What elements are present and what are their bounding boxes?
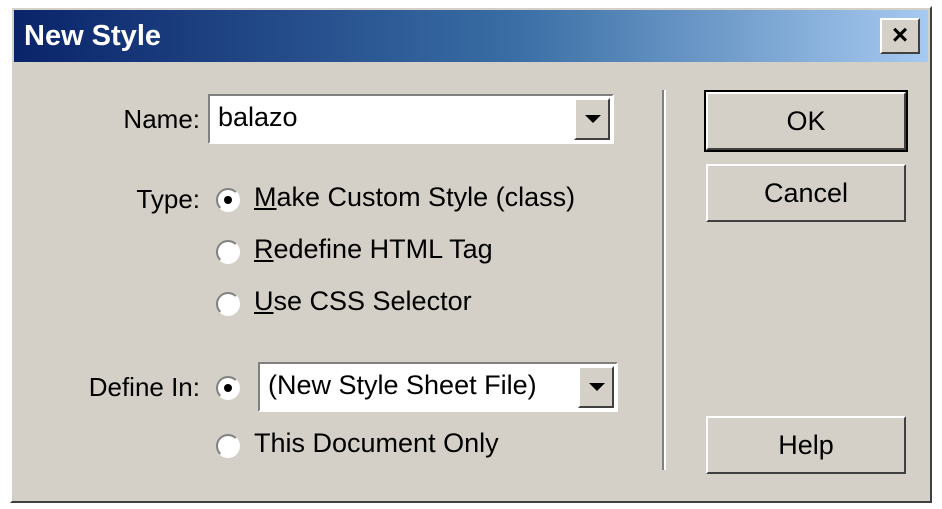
name-value[interactable]: balazo — [218, 102, 298, 133]
radio-label-redefine-html-tag[interactable]: Redefine HTML Tag — [254, 234, 493, 265]
radio-selected-dot — [224, 196, 232, 204]
name-dropdown-button[interactable] — [574, 98, 610, 140]
style-sheet-dropdown-button[interactable] — [578, 366, 614, 408]
radio-label-make-custom-style[interactable]: Make Custom Style (class) — [254, 182, 575, 213]
define-in-label: Define In: — [88, 372, 200, 402]
cancel-button[interactable]: Cancel — [706, 164, 906, 222]
radio-this-document-only[interactable]: This Document Only — [216, 428, 616, 468]
close-button[interactable]: × — [880, 18, 920, 54]
radio-button[interactable] — [216, 376, 240, 400]
radio-use-css-selector[interactable]: Use CSS Selector — [216, 286, 616, 326]
chevron-down-icon — [585, 115, 601, 123]
radio-redefine-html-tag[interactable]: Redefine HTML Tag — [216, 234, 616, 274]
style-sheet-value: (New Style Sheet File) — [268, 370, 537, 400]
name-combobox[interactable]: balazo — [208, 94, 614, 144]
radio-button[interactable] — [216, 240, 240, 264]
radio-button[interactable] — [216, 292, 240, 316]
help-label: Help — [778, 430, 834, 460]
ok-label: OK — [786, 106, 826, 136]
radio-button[interactable] — [216, 434, 240, 458]
radio-selected-dot — [224, 384, 232, 392]
radio-define-in-style-sheet[interactable] — [216, 370, 256, 410]
dialog-title: New Style — [24, 20, 161, 52]
radio-button[interactable] — [216, 188, 240, 212]
vertical-divider — [662, 90, 666, 470]
radio-label-this-document-only[interactable]: This Document Only — [254, 428, 499, 459]
ok-button[interactable]: OK — [704, 90, 908, 152]
radio-label-use-css-selector[interactable]: Use CSS Selector — [254, 286, 472, 317]
radio-make-custom-style[interactable]: Make Custom Style (class) — [216, 182, 616, 222]
style-sheet-combobox[interactable]: (New Style Sheet File) — [258, 362, 618, 412]
chevron-down-icon — [589, 383, 605, 391]
new-style-dialog: New Style × Name: balazo Type: Make Cust… — [10, 6, 932, 503]
close-icon: × — [891, 19, 909, 50]
name-label: Name: — [123, 104, 200, 134]
cancel-label: Cancel — [763, 178, 849, 208]
title-bar[interactable]: New Style × — [14, 10, 928, 62]
help-button[interactable]: Help — [706, 416, 906, 474]
type-label: Type: — [136, 184, 200, 214]
